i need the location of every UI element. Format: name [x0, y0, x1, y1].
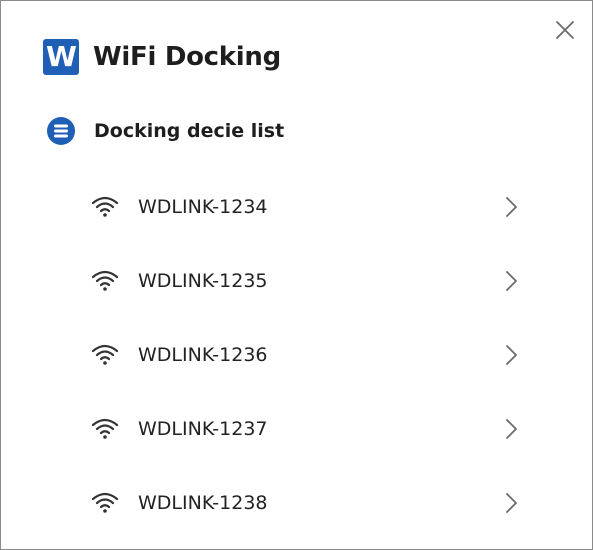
app-title: WiFi Docking [93, 42, 281, 72]
chevron-right-icon [506, 345, 517, 365]
chevron-right-icon [506, 419, 517, 439]
device-name: WDLINK-1237 [138, 418, 268, 440]
wifi-icon [91, 196, 119, 217]
device-name: WDLINK-1234 [138, 196, 268, 218]
chevron-right-icon [506, 493, 517, 513]
section-header: Docking decie list [46, 116, 284, 146]
device-name: WDLINK-1238 [138, 492, 268, 514]
list-circle-icon [47, 117, 75, 145]
close-icon [556, 21, 574, 39]
device-name: WDLINK-1235 [138, 270, 268, 292]
wifi-docking-window: W WiFi Docking Docking decie list WDLINK… [0, 0, 593, 550]
device-item-wdlink-1238[interactable]: WDLINK-1238 [1, 467, 592, 541]
section-title: Docking decie list [94, 120, 285, 142]
wifi-icon [91, 492, 119, 513]
device-item-wdlink-1236[interactable]: WDLINK-1236 [1, 319, 592, 393]
close-button[interactable] [553, 18, 577, 42]
app-header: W WiFi Docking [43, 38, 281, 76]
chevron-right-icon [506, 271, 517, 291]
device-name: WDLINK-1236 [138, 344, 268, 366]
device-list: WDLINK-1234 WDLINK-1235 WDLINK-1236 WDLI… [1, 171, 592, 541]
device-item-wdlink-1237[interactable]: WDLINK-1237 [1, 393, 592, 467]
wifi-icon [91, 418, 119, 439]
device-item-wdlink-1234[interactable]: WDLINK-1234 [1, 171, 592, 245]
chevron-right-icon [506, 197, 517, 217]
wifi-icon [91, 344, 119, 365]
app-logo: W [43, 39, 79, 75]
device-item-wdlink-1235[interactable]: WDLINK-1235 [1, 245, 592, 319]
wifi-icon [91, 270, 119, 291]
